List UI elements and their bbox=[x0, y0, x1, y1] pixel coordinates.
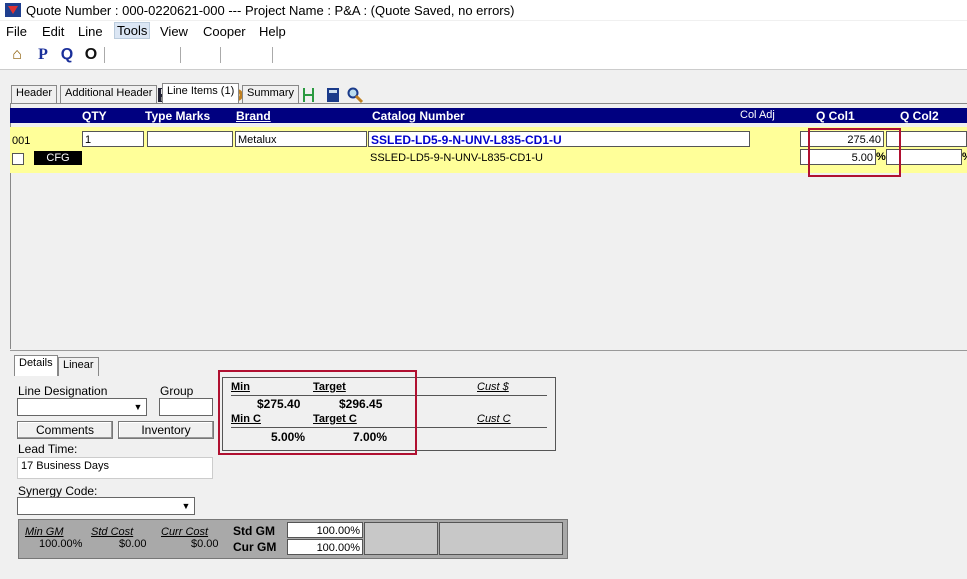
synergy-code-select[interactable]: ▼ bbox=[17, 497, 195, 515]
std-gm-field: 100.00% bbox=[287, 522, 363, 538]
gross-margin-bar: Min GM 100.00% Std Cost $0.00 Curr Cost … bbox=[18, 519, 568, 559]
qty-field[interactable]: 1 bbox=[82, 131, 144, 147]
synergy-code-label: Synergy Code: bbox=[18, 484, 98, 498]
merge-icon[interactable] bbox=[300, 86, 318, 104]
toolbar: ⌂ P Q O bbox=[0, 41, 967, 104]
menu-tools[interactable]: Tools bbox=[114, 22, 151, 39]
std-cost-label: Std Cost bbox=[91, 526, 134, 538]
col-col-adj: Col Adj bbox=[740, 109, 775, 121]
chevron-down-icon: ▼ bbox=[181, 501, 191, 511]
brand-field[interactable]: Metalux bbox=[235, 131, 367, 147]
inventory-button[interactable]: Inventory bbox=[118, 421, 214, 439]
row-checkbox[interactable] bbox=[12, 153, 24, 165]
menu-view[interactable]: View bbox=[160, 24, 188, 39]
highlight-box bbox=[218, 370, 417, 455]
calculator-icon[interactable] bbox=[324, 86, 342, 104]
toolbar-separator bbox=[272, 47, 273, 63]
group-label: Group bbox=[160, 384, 194, 398]
line-number: 001 bbox=[12, 135, 31, 147]
cfg-button[interactable]: CFG bbox=[34, 151, 82, 165]
tab-linear[interactable]: Linear bbox=[58, 357, 99, 376]
menu-bar: File Edit Line Tools View Cooper Help bbox=[0, 21, 967, 41]
menu-line[interactable]: Line bbox=[78, 24, 103, 39]
lead-time-field[interactable]: 17 Business Days bbox=[17, 457, 213, 479]
toolbar-p-button[interactable]: P bbox=[34, 45, 52, 65]
menu-file[interactable]: File bbox=[6, 24, 27, 39]
toolbar-q-button[interactable]: Q bbox=[58, 45, 76, 65]
toolbar-separator bbox=[220, 47, 221, 63]
curr-cost-value: $0.00 bbox=[191, 538, 219, 550]
min-gm-label: Min GM bbox=[25, 526, 64, 538]
window-title: Quote Number : 000-0220621-000 --- Proje… bbox=[26, 3, 515, 18]
std-cost-value: $0.00 bbox=[119, 538, 147, 550]
home-icon[interactable]: ⌂ bbox=[8, 45, 26, 65]
tab-line-items[interactable]: Line Items (1) bbox=[162, 83, 240, 104]
search-icon[interactable] bbox=[346, 86, 364, 104]
std-gm-label: Std GM bbox=[233, 524, 275, 538]
line-designation-label: Line Designation bbox=[18, 384, 108, 398]
tab-summary[interactable]: Summary bbox=[242, 85, 300, 104]
type-marks-field[interactable] bbox=[147, 131, 233, 147]
line-designation-select[interactable]: ▼ bbox=[17, 398, 147, 416]
toolbar-o-button[interactable]: O bbox=[82, 45, 100, 65]
catalog-number-field[interactable]: SSLED-LD5-9-N-UNV-L835-CD1-U bbox=[368, 131, 750, 147]
highlight-box bbox=[808, 128, 901, 177]
cust-dollar-label: Cust $ bbox=[477, 381, 509, 393]
menu-cooper[interactable]: Cooper bbox=[203, 24, 246, 39]
cust-c-label: Cust C bbox=[477, 413, 511, 425]
percent-sign: % bbox=[962, 151, 967, 163]
app-icon bbox=[5, 3, 21, 17]
lead-time-label: Lead Time: bbox=[18, 442, 78, 456]
tab-additional-header[interactable]: Additional Header bbox=[60, 85, 158, 104]
col-qty: QTY bbox=[82, 109, 107, 123]
group-field[interactable] bbox=[159, 398, 213, 416]
menu-edit[interactable]: Edit bbox=[42, 24, 64, 39]
col-type-marks: Type Marks bbox=[145, 109, 211, 123]
cur-gm-field: 100.00% bbox=[287, 539, 363, 555]
col-q-col2: Q Col2 bbox=[900, 109, 939, 123]
col-brand: Brand bbox=[236, 109, 271, 123]
gm-empty-cell bbox=[439, 522, 563, 555]
min-gm-value: 100.00% bbox=[39, 538, 83, 550]
cur-gm-label: Cur GM bbox=[233, 540, 277, 554]
gm-empty-cell bbox=[364, 522, 438, 555]
tab-header[interactable]: Header bbox=[11, 85, 58, 104]
toolbar-separator bbox=[180, 47, 181, 63]
catalog-sub-text: SSLED-LD5-9-N-UNV-L835-CD1-U bbox=[370, 152, 543, 164]
tab-details[interactable]: Details bbox=[14, 355, 58, 376]
grid-header: QTY Type Marks Brand Catalog Number Col … bbox=[10, 108, 967, 123]
comments-button[interactable]: Comments bbox=[17, 421, 113, 439]
chevron-down-icon: ▼ bbox=[133, 402, 143, 412]
col-q-col1: Q Col1 bbox=[816, 109, 855, 123]
curr-cost-label: Curr Cost bbox=[161, 526, 209, 538]
col-catalog-number: Catalog Number bbox=[372, 109, 465, 123]
title-bar: Quote Number : 000-0220621-000 --- Proje… bbox=[0, 0, 967, 20]
menu-help[interactable]: Help bbox=[259, 24, 286, 39]
toolbar-separator bbox=[104, 47, 105, 63]
